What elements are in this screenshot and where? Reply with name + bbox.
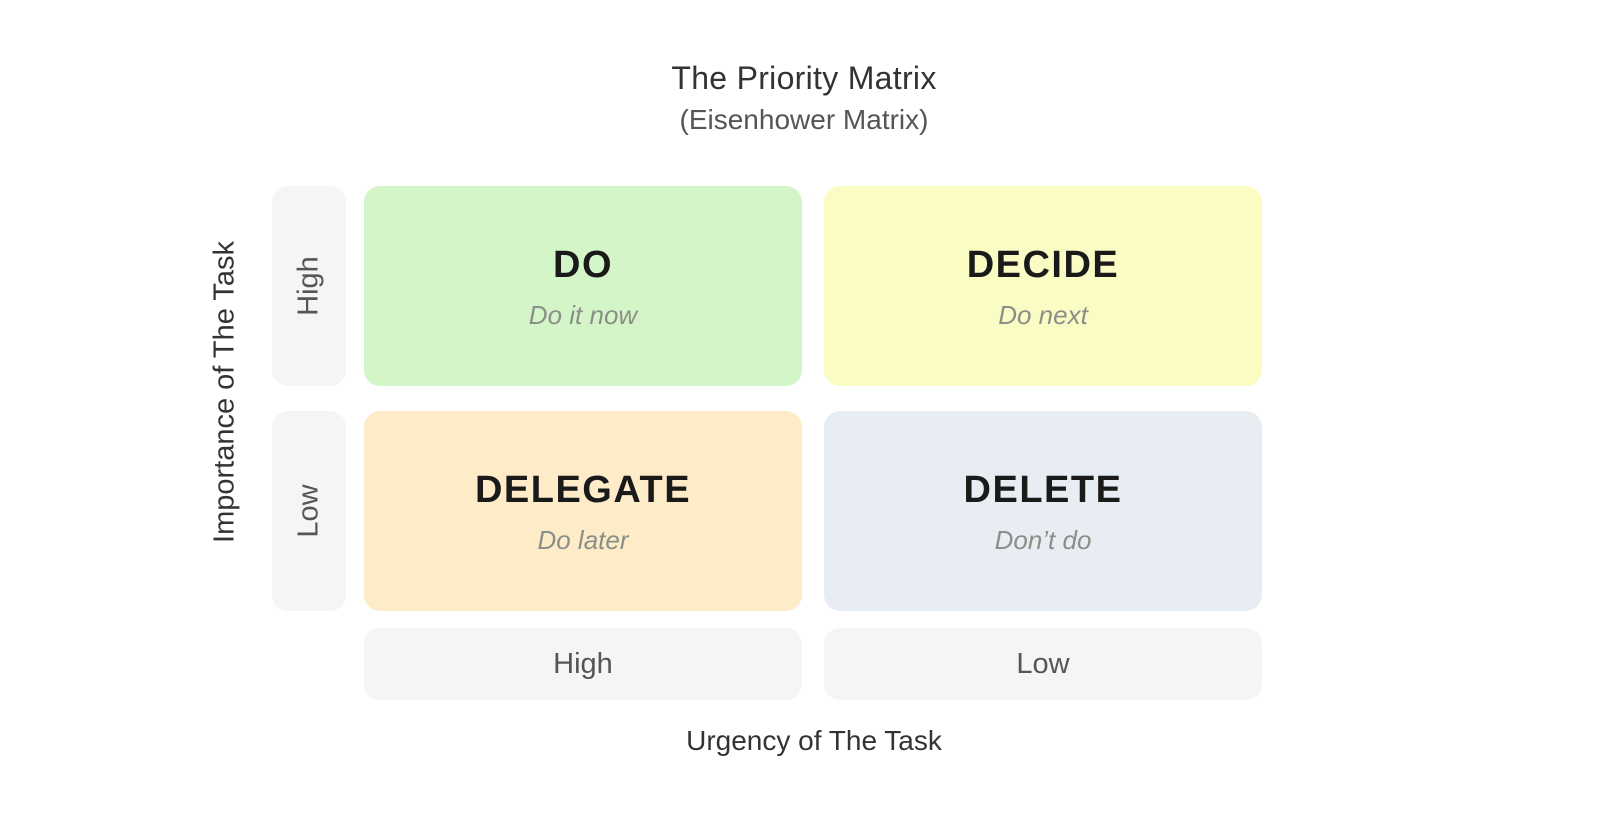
row-label-high: High bbox=[272, 186, 346, 386]
quadrant-decide: DECIDE Do next bbox=[824, 186, 1262, 386]
quadrant-do: DO Do it now bbox=[364, 186, 802, 386]
quadrant-delete-title: DELETE bbox=[963, 469, 1123, 511]
matrix-subtitle: (Eisenhower Matrix) bbox=[679, 104, 929, 135]
x-axis-label: Urgency of The Task bbox=[686, 725, 942, 756]
quadrant-decide-subtitle: Do next bbox=[998, 300, 1088, 330]
quadrant-do-subtitle: Do it now bbox=[528, 300, 638, 330]
matrix-title: The Priority Matrix bbox=[671, 60, 937, 96]
quadrant-delegate-title: DELEGATE bbox=[474, 469, 692, 511]
quadrant-delegate: DELEGATE Do later bbox=[364, 411, 802, 611]
column-label-low: Low bbox=[824, 628, 1262, 700]
row-label-low: Low bbox=[272, 411, 346, 611]
quadrant-delete: DELETE Don’t do bbox=[824, 411, 1262, 611]
y-axis-label: Importance of The Task bbox=[208, 241, 241, 543]
row-label-high-text: High bbox=[292, 256, 325, 316]
quadrant-delete-subtitle: Don’t do bbox=[994, 525, 1092, 555]
row-label-low-text: Low bbox=[292, 484, 325, 538]
quadrant-decide-title: DECIDE bbox=[966, 244, 1120, 286]
quadrant-do-title: DO bbox=[553, 244, 613, 286]
column-label-high: High bbox=[364, 628, 802, 700]
quadrant-delegate-subtitle: Do later bbox=[537, 525, 629, 555]
